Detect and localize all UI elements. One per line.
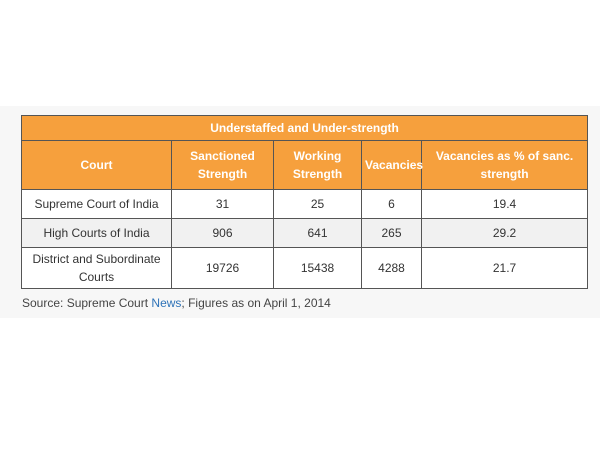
vacancies-percent-cell: 29.2: [420, 218, 589, 248]
source-note: Source: Supreme Court News; Figures as o…: [22, 296, 331, 310]
sanctioned-strength-cell: 906: [171, 218, 274, 248]
column-header-vacancies-percent: Vacancies as % of sanc. strength: [420, 140, 589, 190]
column-header-sanctioned-strength: Sanctioned Strength: [171, 140, 274, 190]
working-strength-cell: 15438: [273, 247, 362, 289]
table-row: High Courts of India 906 641 265 29.2: [21, 218, 589, 248]
vacancies-cell: 4288: [361, 247, 422, 289]
table-row: Supreme Court of India 31 25 6 19.4: [21, 189, 589, 219]
source-suffix: ; Figures as on April 1, 2014: [181, 296, 331, 310]
column-header-vacancies: Vacancies: [361, 140, 423, 190]
sanctioned-strength-cell: 19726: [171, 247, 274, 289]
table-title: Understaffed and Under-strength: [20, 115, 589, 141]
source-news-link[interactable]: News: [151, 296, 181, 310]
court-name-cell: Supreme Court of India: [21, 189, 172, 219]
sanctioned-strength-cell: 31: [171, 189, 274, 219]
working-strength-cell: 25: [273, 189, 362, 219]
court-name-cell: High Courts of India: [21, 218, 172, 248]
court-vacancy-table: Understaffed and Under-strength Court Sa…: [20, 115, 589, 289]
court-name-cell: District and Subordinate Courts: [21, 247, 172, 289]
table-row: District and Subordinate Courts 19726 15…: [21, 247, 589, 289]
working-strength-cell: 641: [273, 218, 362, 248]
vacancies-percent-cell: 19.4: [420, 189, 589, 219]
column-header-court: Court: [21, 140, 172, 190]
column-header-working-strength: Working Strength: [273, 140, 362, 190]
source-prefix: Source: Supreme Court: [22, 296, 152, 310]
vacancies-cell: 6: [361, 189, 422, 219]
vacancies-cell: 265: [361, 218, 422, 248]
vacancies-percent-cell: 21.7: [420, 247, 589, 289]
